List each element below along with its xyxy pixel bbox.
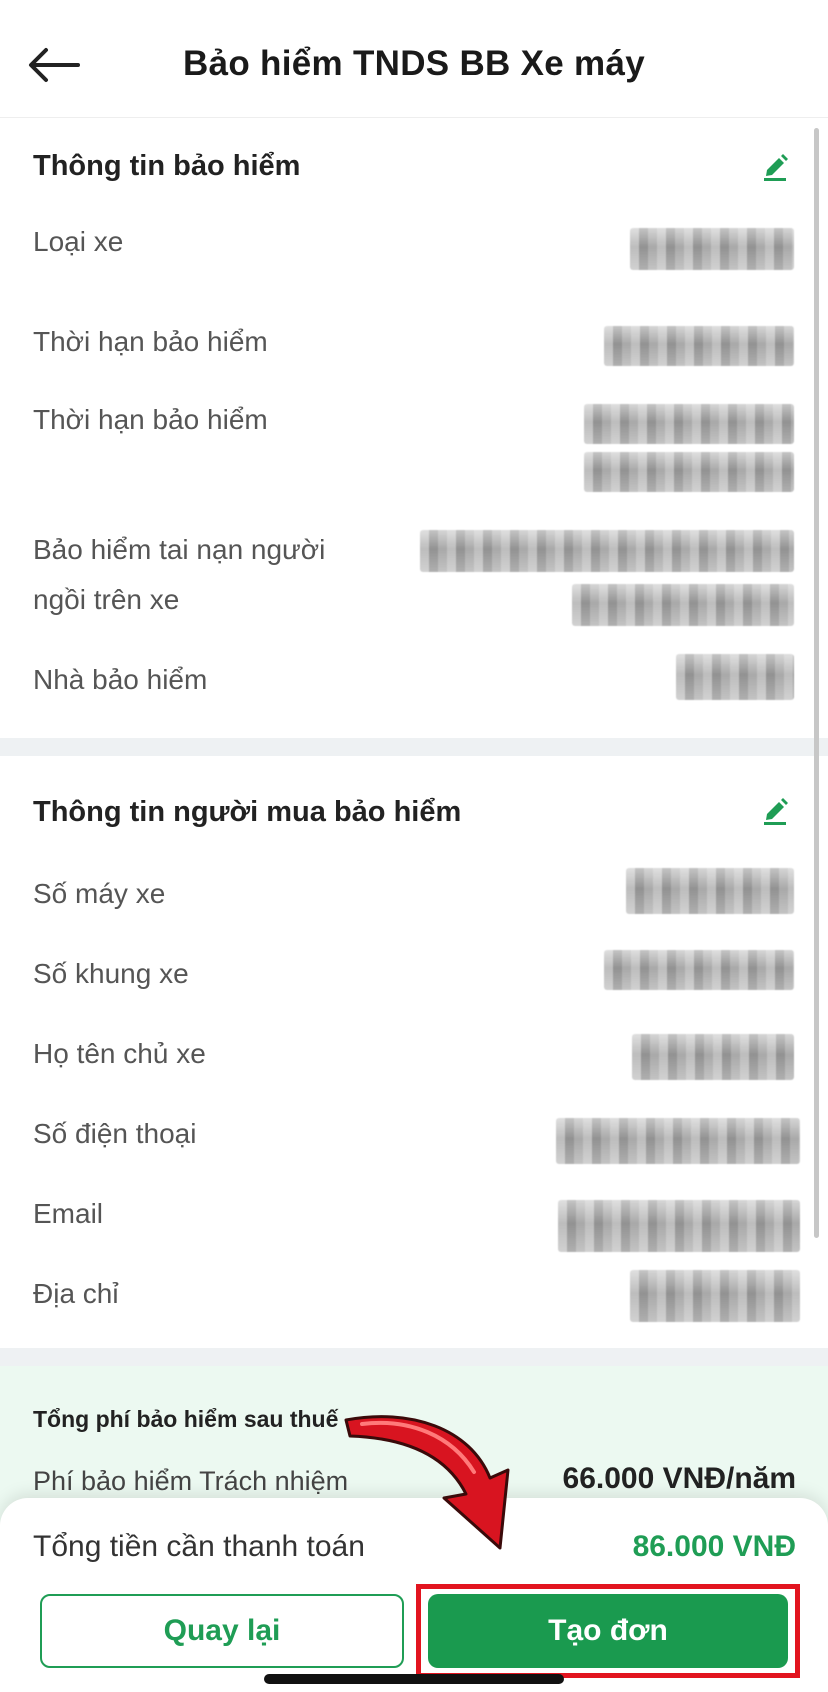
redacted-insurer xyxy=(676,654,794,700)
total-label: Tổng tiền cần thanh toán xyxy=(33,1530,365,1563)
edit-buyer-info-icon[interactable] xyxy=(758,792,792,826)
scrollbar[interactable] xyxy=(814,128,819,1238)
redacted-passenger-accident-2 xyxy=(572,584,794,626)
section-divider xyxy=(0,1348,828,1366)
redacted-address xyxy=(630,1270,800,1322)
row-label-engine-number: Số máy xe xyxy=(33,878,166,909)
row-label-insurance-period: Thời hạn bảo hiểm xyxy=(33,404,268,435)
row-label-passenger-accident-line1: Bảo hiểm tai nạn người xyxy=(33,534,326,565)
row-label-chassis-number: Số khung xe xyxy=(33,958,189,989)
redacted-insurance-term xyxy=(604,326,794,366)
redacted-period-start xyxy=(584,404,794,444)
edit-insurance-info-icon[interactable] xyxy=(758,148,792,182)
row-label-insurance-term: Thời hạn bảo hiểm xyxy=(33,326,268,357)
row-label-insurer: Nhà bảo hiểm xyxy=(33,664,208,695)
redacted-vehicle-type xyxy=(630,228,794,270)
redacted-owner-name xyxy=(632,1034,794,1080)
redacted-period-end xyxy=(584,452,794,492)
row-label-passenger-accident-line2: ngồi trên xe xyxy=(33,584,180,615)
redacted-engine-number xyxy=(626,868,794,914)
section-divider xyxy=(0,738,828,756)
total-value: 86.000 VNĐ xyxy=(632,1530,796,1563)
buyer-info-title: Thông tin người mua bảo hiểm xyxy=(33,796,462,828)
redacted-email xyxy=(558,1200,800,1252)
insurance-info-title: Thông tin bảo hiểm xyxy=(33,150,301,182)
row-label-vehicle-type: Loại xe xyxy=(33,226,124,257)
row-label-phone: Số điện thoại xyxy=(33,1118,197,1149)
page-title: Bảo hiểm TNDS BB Xe máy xyxy=(182,44,646,83)
redacted-chassis-number xyxy=(604,950,794,990)
row-label-owner-name: Họ tên chủ xe xyxy=(33,1038,206,1069)
back-button[interactable]: Quay lại xyxy=(40,1594,404,1668)
row-label-email: Email xyxy=(33,1198,104,1229)
create-order-button[interactable]: Tạo đơn xyxy=(428,1594,788,1668)
fee-label-liability: Phí bảo hiểm Trách nhiệm xyxy=(33,1466,349,1496)
row-label-address: Địa chỉ xyxy=(33,1278,119,1309)
fee-value-liability: 66.000 VNĐ/năm xyxy=(562,1462,796,1495)
fee-heading: Tổng phí bảo hiểm sau thuế xyxy=(33,1406,339,1432)
top-app-bar: Bảo hiểm TNDS BB Xe máy xyxy=(0,0,828,118)
redacted-phone xyxy=(556,1118,800,1164)
home-indicator xyxy=(264,1674,564,1684)
redacted-passenger-accident-1 xyxy=(420,530,794,572)
